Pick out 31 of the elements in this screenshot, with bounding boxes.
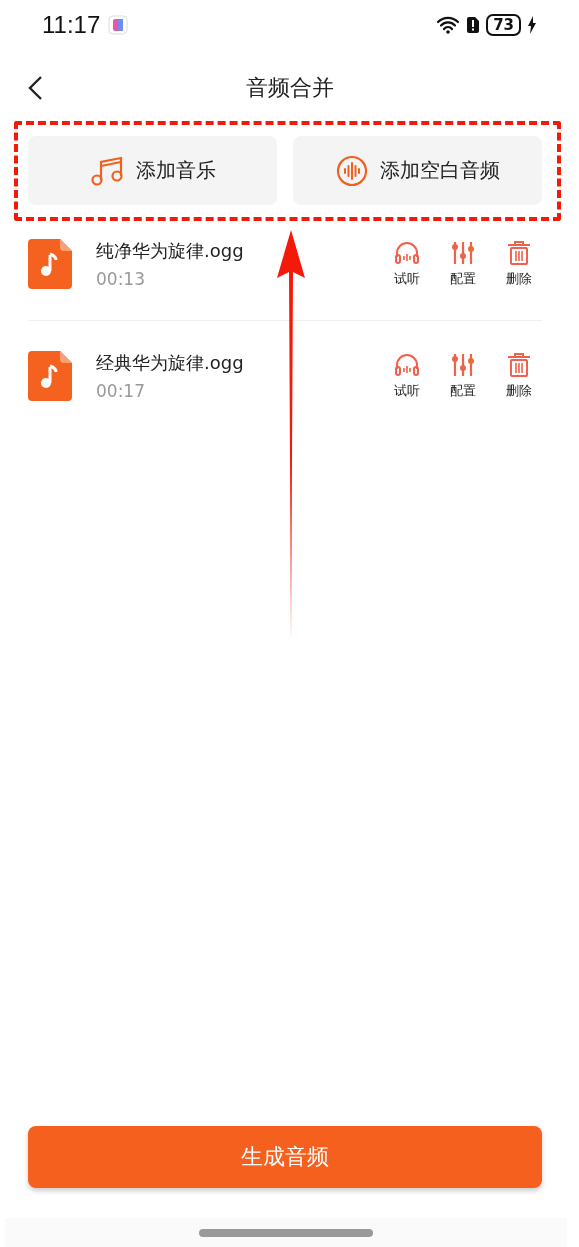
music-note-icon [89, 155, 124, 186]
file-name: 纯净华为旋律.ogg [96, 238, 245, 263]
trash-icon [506, 239, 532, 266]
delete-button[interactable]: 删除 [496, 239, 542, 288]
back-icon[interactable] [27, 75, 43, 101]
charging-icon [527, 16, 537, 34]
file-duration: 00:17 [96, 381, 146, 401]
sim-alert-icon [466, 16, 481, 34]
configure-button[interactable]: 配置 [440, 352, 486, 400]
sliders-icon [450, 352, 476, 378]
wifi-icon [436, 16, 461, 34]
app-icon [108, 15, 129, 35]
file-name: 经典华为旋律.ogg [96, 351, 245, 375]
audio-file-icon [28, 238, 72, 289]
add-music-button[interactable]: 添加音乐 [28, 136, 277, 205]
status-time: 11:17 [42, 11, 101, 39]
configure-button[interactable]: 配置 [440, 239, 486, 288]
listen-button[interactable]: 试听 [384, 239, 430, 288]
home-indicator[interactable] [199, 1228, 373, 1237]
add-blank-audio-button[interactable]: 添加空白音频 [293, 136, 542, 205]
sliders-icon [450, 239, 476, 266]
headphones-icon [394, 239, 420, 266]
headphones-icon [394, 352, 420, 378]
battery-level: 73 [486, 14, 521, 36]
file-duration: 00:13 [96, 268, 146, 289]
sound-wave-icon [335, 154, 368, 187]
listen-button[interactable]: 试听 [384, 352, 430, 400]
page-title: 音频合并 [245, 74, 334, 102]
audio-file-icon [28, 351, 72, 401]
delete-button[interactable]: 删除 [496, 352, 542, 400]
trash-icon [506, 352, 532, 378]
